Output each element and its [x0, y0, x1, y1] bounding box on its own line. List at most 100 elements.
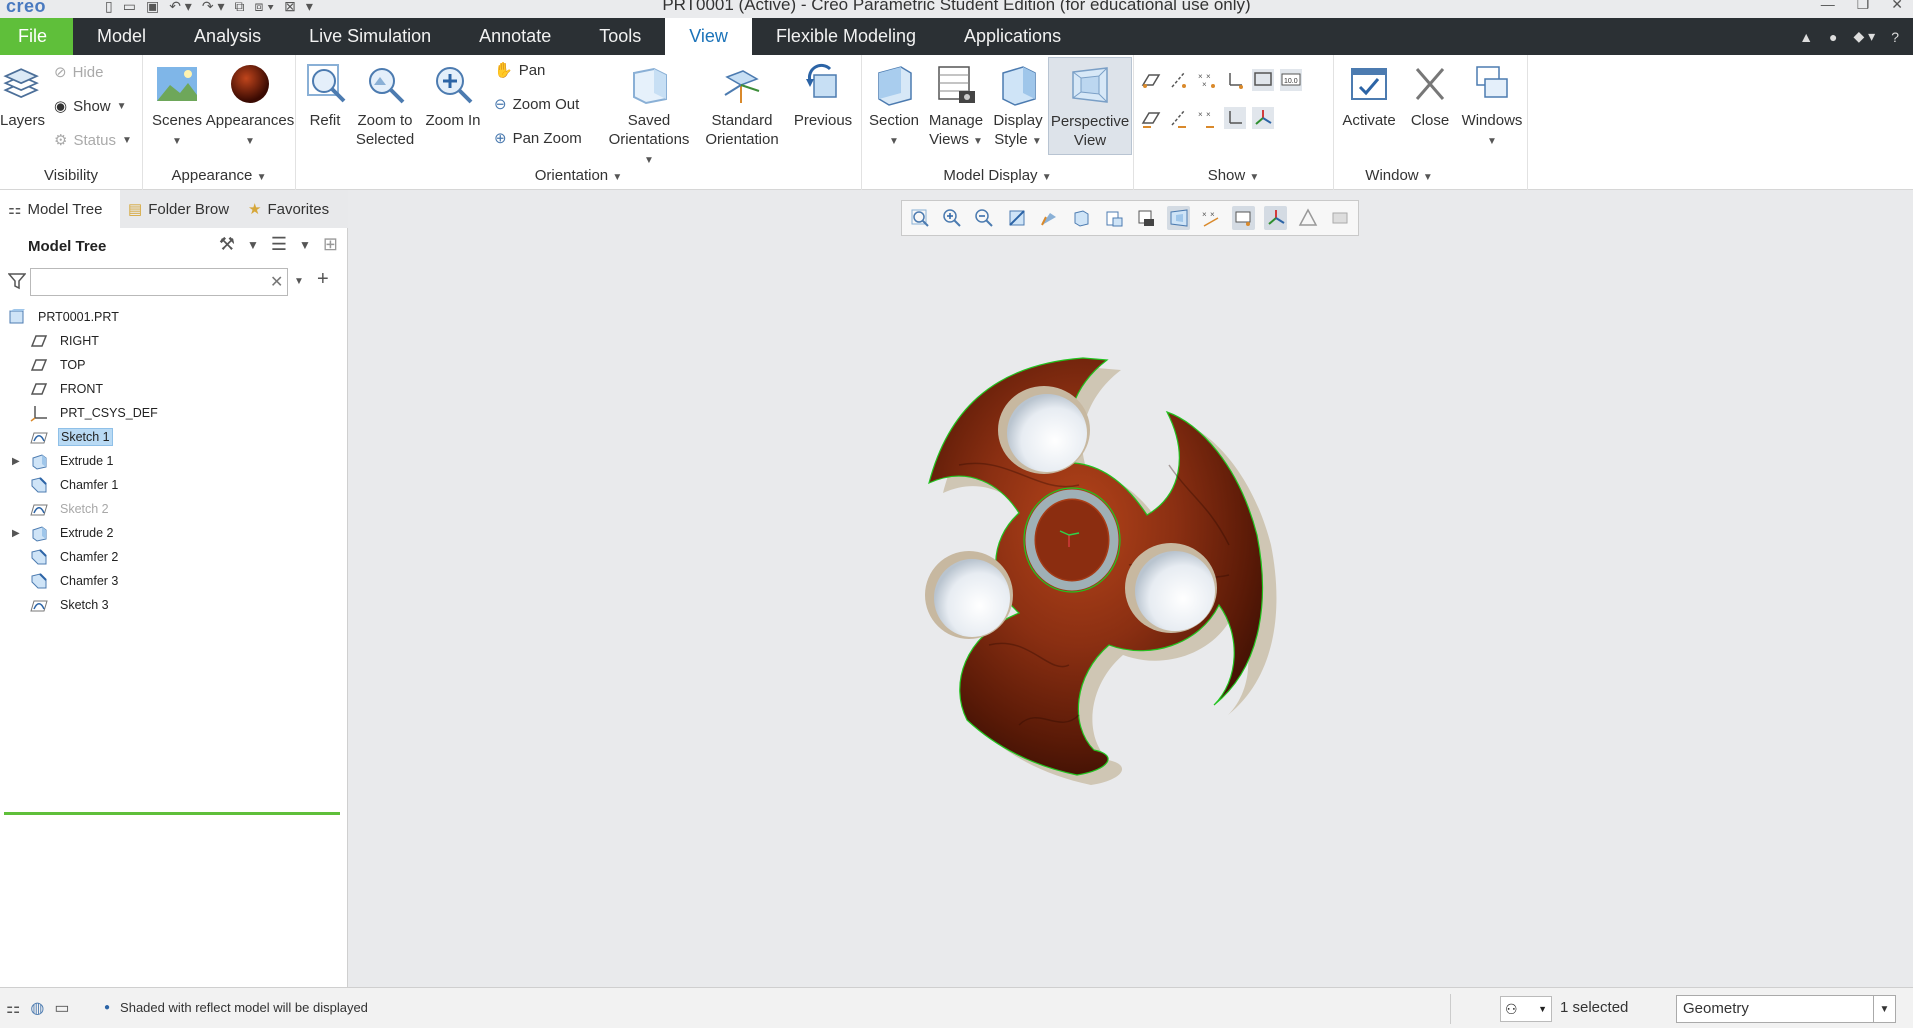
- tree-node-sketch-2[interactable]: Sketch 2: [0, 497, 348, 521]
- plane-display-icon[interactable]: [1140, 69, 1162, 91]
- tab-model[interactable]: Model: [73, 18, 170, 55]
- collapse-ribbon-icon[interactable]: ▲: [1799, 29, 1813, 45]
- chevron-down-icon[interactable]: ▼: [612, 172, 622, 183]
- tree-node-chamfer-2[interactable]: Chamfer 2: [0, 545, 348, 569]
- learning-icon[interactable]: ◆ ▾: [1854, 28, 1876, 45]
- appearance-icon[interactable]: [1296, 206, 1319, 230]
- pan-zoom-button[interactable]: ⊕ Pan Zoom: [494, 129, 582, 148]
- pan-button[interactable]: ✋ Pan: [494, 61, 545, 80]
- settings-tools-icon[interactable]: ⚒: [219, 234, 235, 255]
- windows-button[interactable]: Windows ▼: [1456, 61, 1528, 151]
- chevron-down-icon[interactable]: ▼: [247, 238, 259, 252]
- csys-display-icon[interactable]: [1224, 69, 1246, 91]
- tab-live-simulation[interactable]: Live Simulation: [285, 18, 455, 55]
- scenes-button[interactable]: Scenes ▼: [147, 61, 207, 151]
- expand-arrow-icon[interactable]: ▶: [12, 456, 26, 467]
- tab-file[interactable]: File: [0, 18, 74, 55]
- tree-node-top[interactable]: TOP: [0, 353, 348, 377]
- minimize-icon[interactable]: —: [1821, 0, 1835, 13]
- help-icon[interactable]: ?: [1891, 29, 1899, 45]
- show-button[interactable]: ◉ Show ▼: [54, 97, 127, 116]
- appearances-button[interactable]: Appearances ▼: [205, 61, 295, 151]
- previous-button[interactable]: Previous: [790, 61, 856, 130]
- fidget-spinner-model[interactable]: [869, 345, 1309, 785]
- tree-filter-icon[interactable]: ⊞: [323, 234, 338, 255]
- tree-node-chamfer-1[interactable]: Chamfer 1: [0, 473, 348, 497]
- tab-favorites[interactable]: ★ Favorites: [240, 190, 348, 228]
- spin-center-icon[interactable]: [1252, 107, 1274, 129]
- tab-annotate[interactable]: Annotate: [455, 18, 575, 55]
- chevron-down-icon[interactable]: ▼: [294, 276, 304, 287]
- tab-view[interactable]: View: [665, 18, 752, 55]
- point-display-icon[interactable]: × × ×: [1196, 69, 1218, 91]
- activate-button[interactable]: Activate: [1334, 61, 1404, 130]
- annotation-display-icon[interactable]: [1231, 206, 1255, 230]
- find-button[interactable]: ⚇ ▼: [1500, 996, 1552, 1022]
- layers-button[interactable]: Layers: [0, 61, 45, 130]
- plane-tag-display-icon[interactable]: [1140, 107, 1162, 129]
- display-style-button[interactable]: Display Style ▼: [988, 61, 1048, 151]
- csys-tag-display-icon[interactable]: [1224, 107, 1246, 129]
- axis-display-icon[interactable]: [1168, 69, 1190, 91]
- tab-tools[interactable]: Tools: [575, 18, 665, 55]
- hide-button[interactable]: ⊘ Hide: [54, 63, 103, 82]
- chevron-down-icon[interactable]: ▼: [1042, 172, 1052, 183]
- zoom-to-selected-button[interactable]: Zoom to Selected: [352, 61, 418, 149]
- tree-node-chamfer-3[interactable]: Chamfer 3: [0, 569, 348, 593]
- saved-orientations-icon[interactable]: [1070, 206, 1093, 230]
- manage-views-button[interactable]: Manage Views ▼: [924, 61, 988, 151]
- datum-display-icon[interactable]: × ×: [1199, 206, 1222, 230]
- add-filter-icon[interactable]: +: [317, 268, 329, 291]
- chevron-down-icon[interactable]: ▼: [257, 172, 267, 183]
- filter-funnel-icon[interactable]: [8, 272, 26, 290]
- section-button[interactable]: Section ▼: [864, 61, 924, 151]
- repaint-icon[interactable]: [1005, 206, 1028, 230]
- zoom-out-icon[interactable]: [973, 206, 996, 230]
- standard-orientation-button[interactable]: Standard Orientation: [700, 61, 784, 149]
- saved-orientations-button[interactable]: Saved Orientations ▼: [604, 61, 694, 170]
- tree-node-extrude-2[interactable]: ▶ Extrude 2: [0, 521, 348, 545]
- refit-button[interactable]: Refit: [304, 61, 346, 130]
- point-tag-display-icon[interactable]: × ×: [1196, 107, 1218, 129]
- tree-columns-icon[interactable]: ☰: [271, 234, 287, 255]
- refit-icon[interactable]: [908, 206, 931, 230]
- annotation-display-icon[interactable]: [1252, 69, 1274, 91]
- selected-count[interactable]: 1 selected: [1560, 999, 1628, 1016]
- status-button[interactable]: ⚙ Status ▼: [54, 131, 132, 150]
- chevron-down-icon[interactable]: ▼: [299, 238, 311, 252]
- expand-arrow-icon[interactable]: ▶: [12, 528, 26, 539]
- dimension-display-icon[interactable]: 10.0: [1280, 69, 1302, 91]
- tree-node-extrude-1[interactable]: ▶ Extrude 1: [0, 449, 348, 473]
- zoom-in-button[interactable]: Zoom In: [422, 61, 484, 130]
- tree-node-prt-csys-def[interactable]: PRT_CSYS_DEF: [0, 401, 348, 425]
- tree-node-front[interactable]: FRONT: [0, 377, 348, 401]
- close-icon[interactable]: ✕: [1891, 0, 1903, 13]
- perspective-view-icon[interactable]: [1166, 206, 1191, 230]
- user-icon[interactable]: ●: [1829, 29, 1837, 45]
- perspective-view-button[interactable]: Perspective View: [1048, 57, 1132, 155]
- spin-center-icon[interactable]: [1263, 206, 1288, 230]
- browser-toggle-icon[interactable]: ◍: [30, 998, 44, 1018]
- tab-applications[interactable]: Applications: [940, 18, 1085, 55]
- clear-search-icon[interactable]: ✕: [270, 272, 283, 292]
- navigator-toggle-icon[interactable]: ⚏: [6, 998, 20, 1018]
- axis-tag-display-icon[interactable]: [1168, 107, 1190, 129]
- tab-model-tree[interactable]: ⚏ Model Tree: [0, 190, 120, 228]
- insert-here-line[interactable]: [4, 812, 340, 815]
- tab-folder-browser[interactable]: ▤ Folder Brow: [120, 190, 240, 228]
- model-tree-search-input[interactable]: [30, 268, 288, 296]
- tree-node-sketch-1[interactable]: Sketch 1: [0, 425, 348, 449]
- perspective-camera-icon[interactable]: [1135, 206, 1158, 230]
- tree-node-prt0001-prt[interactable]: PRT0001.PRT: [0, 305, 348, 329]
- graphics-area[interactable]: × ×: [349, 190, 1913, 987]
- simulation-display-icon[interactable]: [1329, 206, 1352, 230]
- maximize-icon[interactable]: ❐: [1857, 0, 1870, 13]
- tree-node-sketch-3[interactable]: Sketch 3: [0, 593, 348, 617]
- chevron-down-icon[interactable]: ▼: [1423, 172, 1433, 183]
- zoom-out-button[interactable]: ⊖ Zoom Out: [494, 95, 579, 114]
- view-manager-icon[interactable]: [1102, 206, 1125, 230]
- display-style-icon[interactable]: [1037, 206, 1060, 230]
- tree-node-right[interactable]: RIGHT: [0, 329, 348, 353]
- tab-flexible-modeling[interactable]: Flexible Modeling: [752, 18, 940, 55]
- chevron-down-icon[interactable]: ▼: [1249, 172, 1259, 183]
